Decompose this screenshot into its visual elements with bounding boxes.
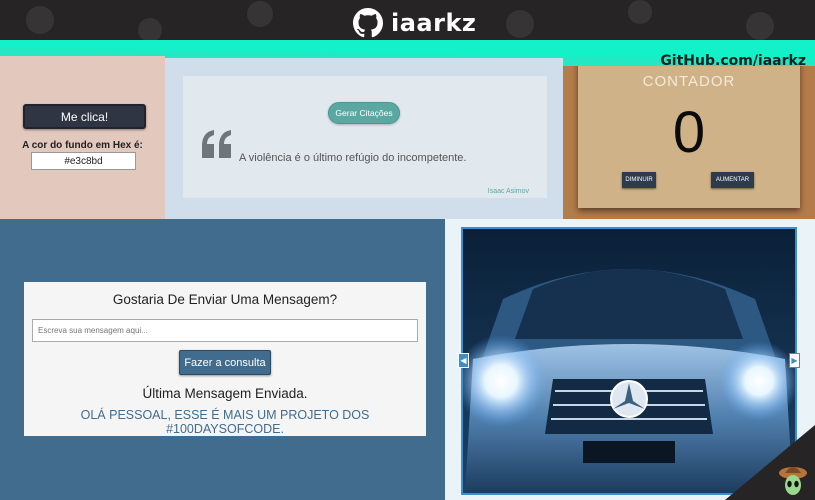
submit-message-button[interactable]: Fazer a consulta — [179, 350, 271, 375]
message-panel: Gostaria De Enviar Uma Mensagem? Fazer a… — [0, 219, 445, 500]
decrease-button[interactable]: DIMINUIR — [622, 172, 656, 188]
hex-label: A cor do fundo em Hex é: — [22, 140, 143, 151]
change-color-button[interactable]: Me clica! — [23, 104, 146, 129]
chevron-left-icon: ◀ — [460, 356, 467, 365]
message-title: Gostaria De Enviar Uma Mensagem? — [112, 292, 338, 307]
quote-generator-panel: Gerar Citações A violência é o último re… — [165, 58, 563, 219]
quote-author: Isaac Asimov — [487, 188, 529, 195]
corner-badge — [725, 425, 815, 500]
counter-value: 0 — [672, 100, 706, 165]
counter-panel: CONTADOR 0 DIMINUIR AUMENTAR — [563, 66, 815, 219]
last-message-text: OLÁ PESSOAL, ESSE É MAIS UM PROJETO DOS … — [80, 408, 370, 436]
increase-button[interactable]: AUMENTAR — [711, 172, 754, 188]
quote-icon — [202, 130, 231, 158]
counter-card: CONTADOR 0 DIMINUIR AUMENTAR — [578, 66, 800, 208]
carousel-prev-button[interactable]: ◀ — [458, 353, 469, 368]
hex-value-field[interactable] — [31, 152, 136, 170]
counter-title: CONTADOR — [642, 73, 736, 90]
quote-card: Gerar Citações A violência é o último re… — [183, 76, 547, 198]
color-changer-panel: Me clica! A cor do fundo em Hex é: — [0, 56, 165, 219]
chevron-right-icon: ▶ — [791, 356, 798, 365]
generate-quote-button[interactable]: Gerar Citações — [328, 102, 400, 124]
message-input[interactable] — [32, 319, 418, 342]
message-card: Gostaria De Enviar Uma Mensagem? Fazer a… — [24, 282, 426, 436]
carousel-next-button[interactable]: ▶ — [789, 353, 800, 368]
brand-name: iaarkz — [391, 9, 477, 37]
brand[interactable]: iaarkz — [353, 8, 476, 38]
image-carousel-panel: ◀ ▶ — [445, 219, 815, 500]
github-icon — [353, 8, 383, 38]
quote-text: A violência é o último refúgio do incomp… — [239, 152, 467, 164]
last-message-label: Última Mensagem Enviada. — [142, 386, 308, 401]
